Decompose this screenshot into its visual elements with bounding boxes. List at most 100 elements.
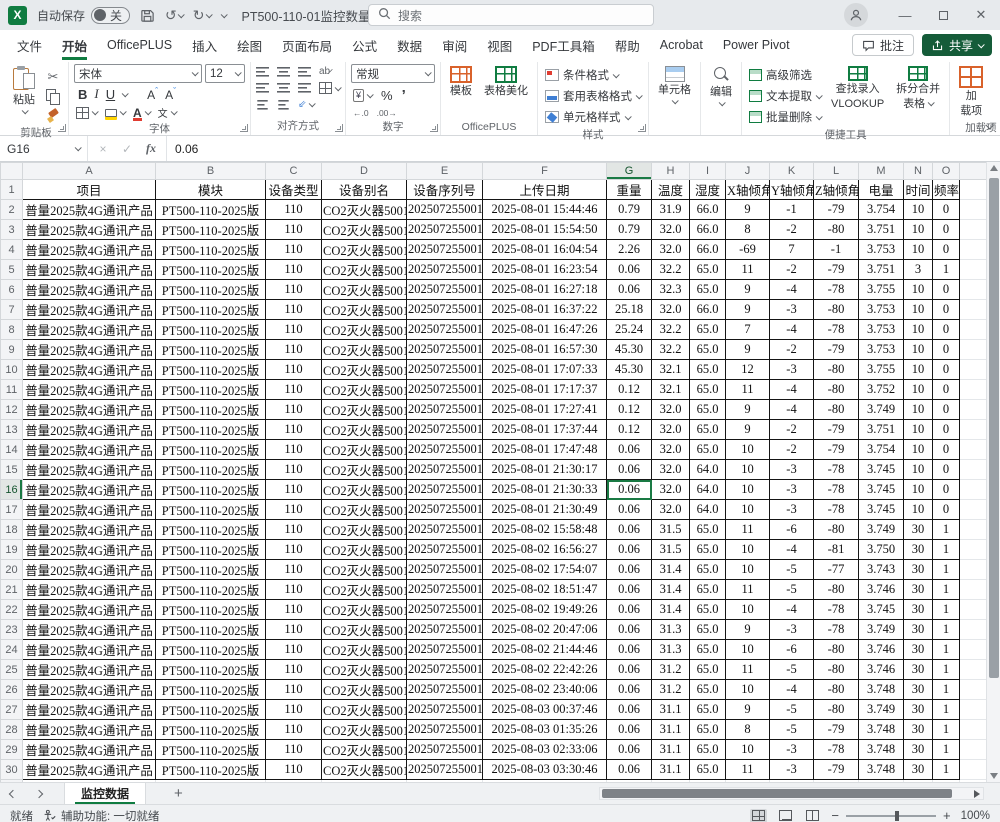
cell-B22[interactable]: PT500-110-2025版 xyxy=(156,600,266,620)
cell-O23[interactable]: 1 xyxy=(933,620,960,640)
cell-H1[interactable]: 温度 xyxy=(652,180,690,200)
cell-M5[interactable]: 3.751 xyxy=(859,260,904,280)
align-bottom-button[interactable] xyxy=(298,67,311,77)
cell-N21[interactable]: 30 xyxy=(904,580,933,600)
cell-K30[interactable]: -3 xyxy=(770,760,814,780)
cell-empty[interactable] xyxy=(960,580,987,600)
cell-D6[interactable]: CO2灭火器5001 xyxy=(322,280,407,300)
cell-I24[interactable]: 65.0 xyxy=(690,640,726,660)
cell-C2[interactable]: 110 xyxy=(266,200,322,220)
cell-I7[interactable]: 66.0 xyxy=(690,300,726,320)
cell-K28[interactable]: -5 xyxy=(770,720,814,740)
cell-K10[interactable]: -3 xyxy=(770,360,814,380)
font-name-select[interactable]: 宋体 xyxy=(74,64,202,83)
row-header-3[interactable]: 3 xyxy=(1,220,23,240)
vertical-scrollbar[interactable] xyxy=(986,162,1000,782)
cell-G19[interactable]: 0.06 xyxy=(607,540,652,560)
increase-indent-button[interactable] xyxy=(278,100,288,110)
cell-C16[interactable]: 110 xyxy=(266,480,322,500)
font-size-select[interactable]: 12 xyxy=(205,64,245,83)
share-button[interactable]: 共享 xyxy=(922,34,992,56)
cell-J6[interactable]: 9 xyxy=(726,280,770,300)
cell-G2[interactable]: 0.79 xyxy=(607,200,652,220)
cell-G1[interactable]: 重量 xyxy=(607,180,652,200)
cell-L13[interactable]: -79 xyxy=(814,420,859,440)
cell-O2[interactable]: 0 xyxy=(933,200,960,220)
cell-H11[interactable]: 32.1 xyxy=(652,380,690,400)
cell-F22[interactable]: 2025-08-02 19:49:26 xyxy=(483,600,607,620)
menu-tab-视图[interactable]: 视图 xyxy=(478,31,521,60)
cell-O19[interactable]: 1 xyxy=(933,540,960,560)
batch-delete-button[interactable]: 批量删除 xyxy=(747,108,823,126)
cell-H25[interactable]: 31.2 xyxy=(652,660,690,680)
cell-F24[interactable]: 2025-08-02 21:44:46 xyxy=(483,640,607,660)
cell-D12[interactable]: CO2灭火器5001 xyxy=(322,400,407,420)
page-layout-view-button[interactable] xyxy=(777,809,794,822)
cell-L26[interactable]: -80 xyxy=(814,680,859,700)
col-header-I[interactable]: I xyxy=(690,163,726,180)
format-painter-button[interactable] xyxy=(43,106,63,124)
quick-access-more-icon[interactable] xyxy=(221,13,226,18)
cell-B18[interactable]: PT500-110-2025版 xyxy=(156,520,266,540)
cell-M13[interactable]: 3.751 xyxy=(859,420,904,440)
cell-A24[interactable]: 普量2025款4G通讯产品 xyxy=(23,640,156,660)
cell-B9[interactable]: PT500-110-2025版 xyxy=(156,340,266,360)
cell-K1[interactable]: Y轴倾角 xyxy=(770,180,814,200)
scroll-down-icon[interactable] xyxy=(990,773,998,779)
cell-M23[interactable]: 3.749 xyxy=(859,620,904,640)
cell-G15[interactable]: 0.06 xyxy=(607,460,652,480)
cell-B7[interactable]: PT500-110-2025版 xyxy=(156,300,266,320)
styles-dialog-launcher-icon[interactable] xyxy=(638,124,646,132)
excel-app-icon[interactable]: X xyxy=(8,6,27,25)
cell-E15[interactable]: 202507255001 xyxy=(407,460,483,480)
cell-B17[interactable]: PT500-110-2025版 xyxy=(156,500,266,520)
cell-A21[interactable]: 普量2025款4G通讯产品 xyxy=(23,580,156,600)
cell-O8[interactable]: 0 xyxy=(933,320,960,340)
cell-D5[interactable]: CO2灭火器5001 xyxy=(322,260,407,280)
cell-L10[interactable]: -80 xyxy=(814,360,859,380)
clipboard-dialog-launcher-icon[interactable] xyxy=(58,124,66,132)
cell-D19[interactable]: CO2灭火器5001 xyxy=(322,540,407,560)
cell-E24[interactable]: 202507255001 xyxy=(407,640,483,660)
cell-I15[interactable]: 64.0 xyxy=(690,460,726,480)
cell-H6[interactable]: 32.3 xyxy=(652,280,690,300)
cell-B20[interactable]: PT500-110-2025版 xyxy=(156,560,266,580)
cell-I5[interactable]: 65.0 xyxy=(690,260,726,280)
cell-D9[interactable]: CO2灭火器5001 xyxy=(322,340,407,360)
cell-G24[interactable]: 0.06 xyxy=(607,640,652,660)
cell-D30[interactable]: CO2灭火器5001 xyxy=(322,760,407,780)
cell-H17[interactable]: 32.0 xyxy=(652,500,690,520)
cell-E4[interactable]: 202507255001 xyxy=(407,240,483,260)
cell-empty[interactable] xyxy=(960,440,987,460)
cell-E26[interactable]: 202507255001 xyxy=(407,680,483,700)
cell-E21[interactable]: 202507255001 xyxy=(407,580,483,600)
cell-B23[interactable]: PT500-110-2025版 xyxy=(156,620,266,640)
save-icon[interactable] xyxy=(140,8,155,23)
cell-N14[interactable]: 10 xyxy=(904,440,933,460)
maximize-button[interactable] xyxy=(924,0,962,30)
cell-E14[interactable]: 202507255001 xyxy=(407,440,483,460)
cell-H24[interactable]: 31.3 xyxy=(652,640,690,660)
cell-K20[interactable]: -5 xyxy=(770,560,814,580)
zoom-level[interactable]: 100% xyxy=(961,810,990,822)
menu-tab-帮助[interactable]: 帮助 xyxy=(606,31,649,60)
row-header-24[interactable]: 24 xyxy=(1,640,23,660)
cell-H13[interactable]: 32.0 xyxy=(652,420,690,440)
cell-I4[interactable]: 66.0 xyxy=(690,240,726,260)
cell-M14[interactable]: 3.754 xyxy=(859,440,904,460)
cell-K19[interactable]: -4 xyxy=(770,540,814,560)
phonetic-button[interactable]: 文 xyxy=(158,105,176,120)
cell-C6[interactable]: 110 xyxy=(266,280,322,300)
cell-D22[interactable]: CO2灭火器5001 xyxy=(322,600,407,620)
cell-J15[interactable]: 10 xyxy=(726,460,770,480)
cell-A10[interactable]: 普量2025款4G通讯产品 xyxy=(23,360,156,380)
row-header-28[interactable]: 28 xyxy=(1,720,23,740)
cell-B26[interactable]: PT500-110-2025版 xyxy=(156,680,266,700)
cell-M29[interactable]: 3.748 xyxy=(859,740,904,760)
cell-I12[interactable]: 65.0 xyxy=(690,400,726,420)
cell-A3[interactable]: 普量2025款4G通讯产品 xyxy=(23,220,156,240)
font-color-button[interactable]: A xyxy=(133,108,150,118)
fill-color-button[interactable] xyxy=(105,108,125,117)
cell-K25[interactable]: -5 xyxy=(770,660,814,680)
zoom-out-icon[interactable]: − xyxy=(831,808,839,822)
